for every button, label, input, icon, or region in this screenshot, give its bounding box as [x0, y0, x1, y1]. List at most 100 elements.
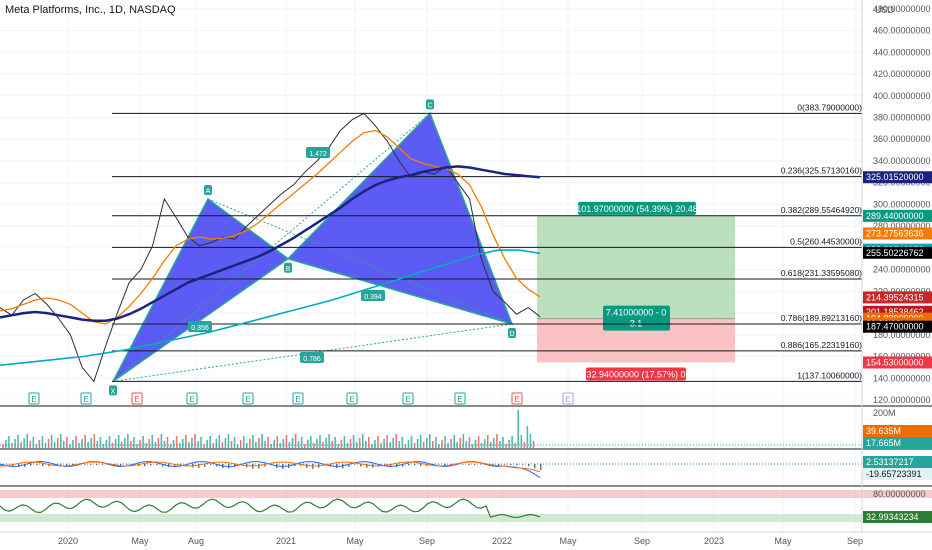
- macd-hist-bar: [126, 464, 128, 465]
- pattern-point-label: B: [286, 266, 291, 273]
- volume-bar: [368, 437, 370, 448]
- volume-bar: [194, 434, 196, 448]
- volume-bar: [325, 438, 327, 448]
- price-label: 273.27563636: [866, 228, 924, 238]
- volume-tick: 200M: [873, 408, 896, 418]
- x-tick-label: 2022: [492, 536, 512, 546]
- x-tick-label: May: [346, 536, 364, 546]
- volume-bar: [133, 437, 135, 448]
- volume-bar: [529, 434, 532, 448]
- y-tick-label: 460.00000000: [873, 26, 931, 36]
- x-tick-label: Aug: [188, 536, 204, 546]
- volume-bar: [166, 437, 169, 448]
- x-tick-label: May: [131, 536, 149, 546]
- pattern-point-label: C: [427, 102, 432, 109]
- macd-hist-bar: [120, 464, 122, 466]
- volume-label: 17.665M: [866, 438, 901, 448]
- center-label-1: 7.41000000 - 0: [606, 308, 667, 318]
- macd-hist-bar: [306, 464, 308, 469]
- pattern-ratio-label: 1.472: [309, 151, 327, 158]
- volume-bar: [502, 437, 504, 448]
- macd-label: 2.53137217: [866, 457, 914, 467]
- volume-bar: [480, 443, 483, 448]
- volume-bar: [258, 438, 260, 448]
- macd-hist-bar: [102, 464, 104, 465]
- volume-bar: [32, 437, 35, 448]
- y-tick-label: 380.00000000: [873, 113, 931, 123]
- volume-bar: [377, 436, 379, 448]
- macd-hist-bar: [540, 464, 542, 471]
- pattern-ratio-label: 0.786: [303, 356, 321, 363]
- volume-bar: [441, 440, 443, 448]
- volume-bar: [50, 435, 53, 448]
- volume-bar: [148, 439, 150, 448]
- volume-bar: [282, 439, 285, 448]
- volume-bar: [154, 442, 157, 448]
- y-tick-label: 360.00000000: [873, 134, 931, 144]
- volume-bar: [468, 437, 471, 448]
- volume-bar: [297, 441, 300, 448]
- target-zone: [537, 215, 735, 319]
- pattern-point-label: A: [206, 188, 211, 195]
- macd-hist-bar: [522, 464, 524, 465]
- volume-bar: [352, 435, 355, 448]
- macd-hist-bar: [96, 464, 98, 465]
- volume-bar: [499, 441, 501, 448]
- volume-bar: [75, 436, 77, 448]
- fib-level-label: 0.886(165.22319160): [781, 340, 862, 350]
- volume-bar: [273, 440, 276, 448]
- macd-hist-bar: [438, 464, 440, 465]
- pattern-point-label: D: [509, 331, 514, 338]
- volume-bar: [56, 438, 59, 448]
- volume-bar: [450, 439, 452, 448]
- x-tick-label: Sep: [634, 536, 650, 546]
- volume-bar: [218, 435, 221, 448]
- volume-bar: [66, 437, 68, 448]
- volume-bar: [181, 439, 184, 448]
- volume-bar: [38, 440, 41, 448]
- macd-hist-bar: [462, 464, 464, 465]
- volume-bar: [23, 438, 25, 448]
- fib-level-label: 0.618(231.33595080): [781, 268, 862, 278]
- volume-bar: [477, 436, 480, 448]
- volume-bar: [523, 442, 526, 448]
- volume-bar: [514, 443, 516, 448]
- fib-level-label: 0.786(189.89213160): [781, 313, 862, 323]
- volume-bar: [26, 434, 28, 448]
- volume-bar: [285, 435, 288, 448]
- volume-bar: [108, 436, 111, 448]
- macd-hist-bar: [420, 464, 422, 467]
- volume-bar: [239, 440, 242, 448]
- volume-bar: [93, 434, 96, 448]
- earnings-event-label: E: [83, 395, 88, 404]
- volume-bar: [172, 440, 175, 448]
- volume-bar: [416, 439, 419, 448]
- volume-bar: [114, 439, 117, 448]
- x-tick-label: Sep: [847, 536, 863, 546]
- volume-bar: [358, 438, 361, 448]
- long-position-tool[interactable]: 101.97000000 (54.39%) 20.48 32.94000000 (…: [537, 201, 735, 381]
- volume-bar: [303, 444, 306, 448]
- volume-bar: [267, 437, 269, 448]
- volume-bar: [435, 437, 437, 448]
- volume-bar: [90, 438, 93, 448]
- volume-bar: [84, 435, 86, 448]
- price-label: 154.53000000: [866, 357, 924, 367]
- macd-hist-bar: [36, 464, 38, 465]
- price-chart[interactable]: Meta Platforms, Inc., 1D, NASDAQ USD 101…: [0, 0, 932, 550]
- macd-hist-bar: [210, 464, 212, 465]
- volume-bar: [160, 434, 163, 448]
- macd-hist-bar: [504, 464, 506, 465]
- earnings-event-label: E: [349, 395, 354, 404]
- volume-bar: [520, 435, 523, 448]
- fib-level-label: 0.5(260.44530000): [790, 236, 862, 246]
- y-tick-label: 300.00000000: [873, 199, 931, 209]
- volume-bar: [291, 438, 294, 448]
- macd-hist-bar: [66, 464, 68, 466]
- volume-bar: [386, 435, 388, 448]
- macd-hist-bar: [408, 464, 410, 466]
- volume-bar: [419, 435, 422, 448]
- volume-bar: [474, 440, 477, 448]
- price-label: 214.39524315: [866, 292, 924, 302]
- earnings-event-label: E: [405, 395, 410, 404]
